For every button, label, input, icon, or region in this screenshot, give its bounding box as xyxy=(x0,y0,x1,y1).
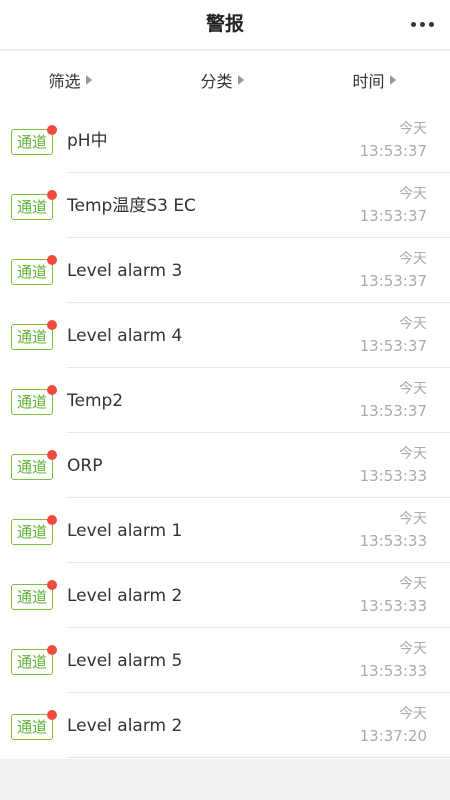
alarm-title: Level alarm 2 xyxy=(67,716,183,736)
alarm-title: Level alarm 2 xyxy=(67,586,183,606)
alarm-time: 13:53:37 xyxy=(359,337,427,355)
channel-badge: 通道 xyxy=(11,194,53,220)
time-button[interactable]: 时间 xyxy=(300,51,450,108)
alarm-row[interactable]: 通道 Level alarm 3 今天 13:53:37 xyxy=(0,238,450,303)
alarm-day: 今天 xyxy=(399,641,427,657)
unread-dot-icon xyxy=(47,450,57,460)
more-dot xyxy=(428,21,434,27)
category-button[interactable]: 分类 xyxy=(150,51,300,108)
alarm-time: 13:37:20 xyxy=(359,727,427,745)
alarm-title: ORP xyxy=(67,456,103,476)
caret-right-icon xyxy=(85,74,92,85)
alarm-day: 今天 xyxy=(399,511,427,527)
unread-dot-icon xyxy=(47,515,57,525)
unread-dot-icon xyxy=(47,385,57,395)
alarm-time: 13:53:33 xyxy=(359,467,427,485)
alarm-day: 今天 xyxy=(399,706,427,722)
channel-badge: 通道 xyxy=(11,714,53,740)
alarm-time: 13:53:37 xyxy=(359,272,427,290)
alarm-time: 13:53:33 xyxy=(359,597,427,615)
alarm-title: Level alarm 4 xyxy=(67,326,183,346)
alarm-time: 13:53:33 xyxy=(359,662,427,680)
alarm-day: 今天 xyxy=(399,186,427,202)
alarm-row[interactable]: 通道 pH中 今天 13:53:37 xyxy=(0,108,450,173)
unread-dot-icon xyxy=(47,645,57,655)
app-header: 警报 xyxy=(0,0,450,50)
channel-badge: 通道 xyxy=(11,649,53,675)
alarm-time: 13:53:37 xyxy=(359,402,427,420)
alarm-day: 今天 xyxy=(399,576,427,592)
filter-bar: 筛选 分类 时间 xyxy=(0,51,450,108)
channel-badge: 通道 xyxy=(11,324,53,350)
alarm-title: Temp温度S3 EC xyxy=(67,196,196,216)
alarm-row[interactable]: 通道 ORP 今天 13:53:33 xyxy=(0,433,450,498)
channel-badge: 通道 xyxy=(11,584,53,610)
time-label: 时间 xyxy=(352,71,385,91)
alarm-title: Level alarm 5 xyxy=(67,651,183,671)
unread-dot-icon xyxy=(47,190,57,200)
filter-label: 筛选 xyxy=(48,71,81,91)
alarm-time: 13:53:37 xyxy=(359,207,427,225)
alarm-row[interactable]: 通道 Level alarm 2 今天 13:37:20 xyxy=(0,693,450,758)
row-divider xyxy=(67,757,450,758)
alarm-title: Temp2 xyxy=(67,391,124,411)
unread-dot-icon xyxy=(47,255,57,265)
alarm-day: 今天 xyxy=(399,316,427,332)
alarm-row[interactable]: 通道 Level alarm 4 今天 13:53:37 xyxy=(0,303,450,368)
unread-dot-icon xyxy=(47,320,57,330)
channel-badge: 通道 xyxy=(11,389,53,415)
alarm-title: Level alarm 1 xyxy=(67,521,183,541)
alarm-row[interactable]: 通道 Level alarm 2 今天 13:53:33 xyxy=(0,563,450,628)
alarm-time: 13:53:33 xyxy=(359,532,427,550)
page-title: 警报 xyxy=(205,13,244,35)
caret-right-icon xyxy=(237,74,244,85)
alarm-row[interactable]: 通道 Temp温度S3 EC 今天 13:53:37 xyxy=(0,173,450,238)
channel-badge: 通道 xyxy=(11,129,53,155)
alarm-day: 今天 xyxy=(399,381,427,397)
alarm-day: 今天 xyxy=(399,121,427,137)
caret-right-icon xyxy=(389,74,396,85)
alarm-title: Level alarm 3 xyxy=(67,261,183,281)
more-horizontal-icon xyxy=(410,21,416,27)
alarm-row[interactable]: 通道 Level alarm 5 今天 13:53:33 xyxy=(0,628,450,693)
unread-dot-icon xyxy=(47,710,57,720)
more-options-button[interactable] xyxy=(404,10,440,38)
channel-badge: 通道 xyxy=(11,519,53,545)
channel-badge: 通道 xyxy=(11,259,53,285)
alarm-list: 通道 pH中 今天 13:53:37 通道 Temp温度S3 EC 今天 13:… xyxy=(0,108,450,759)
alarm-row[interactable]: 通道 Level alarm 1 今天 13:53:33 xyxy=(0,498,450,563)
category-label: 分类 xyxy=(200,71,233,91)
channel-badge: 通道 xyxy=(11,454,53,480)
alarm-time: 13:53:37 xyxy=(359,142,427,160)
alarm-row[interactable]: 通道 Temp2 今天 13:53:37 xyxy=(0,368,450,433)
alarm-title: pH中 xyxy=(67,131,108,151)
alarm-day: 今天 xyxy=(399,446,427,462)
alarm-day: 今天 xyxy=(399,251,427,267)
unread-dot-icon xyxy=(47,580,57,590)
filter-button[interactable]: 筛选 xyxy=(0,51,150,108)
more-dot xyxy=(419,21,425,27)
unread-dot-icon xyxy=(47,125,57,135)
